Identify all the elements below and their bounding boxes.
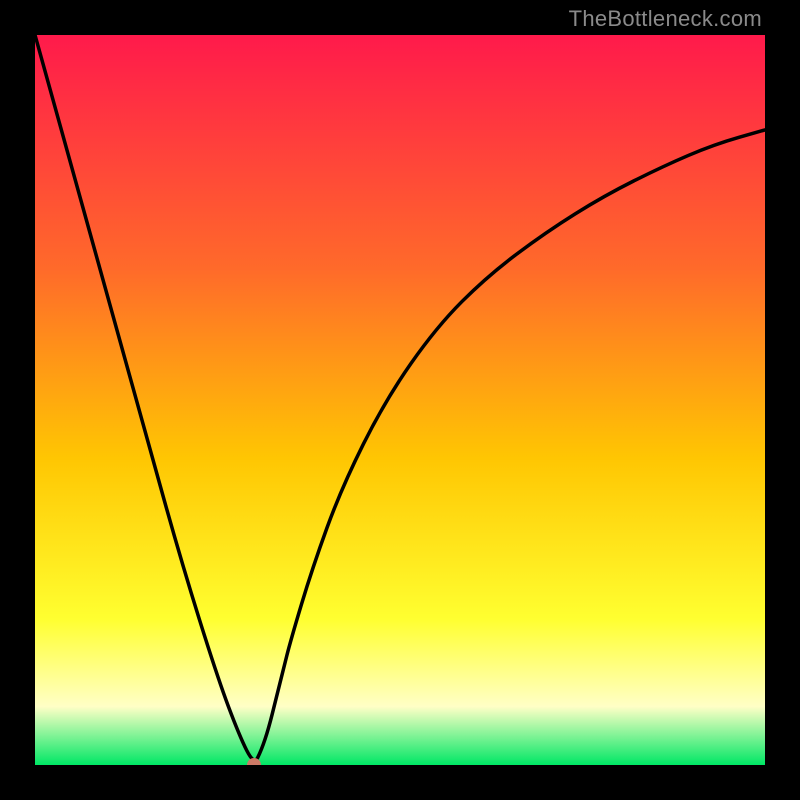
- bottleneck-curve: [35, 35, 765, 760]
- plot-area: [35, 35, 765, 765]
- chart-frame: TheBottleneck.com: [0, 0, 800, 800]
- watermark-text: TheBottleneck.com: [569, 6, 762, 32]
- curve-layer: [35, 35, 765, 765]
